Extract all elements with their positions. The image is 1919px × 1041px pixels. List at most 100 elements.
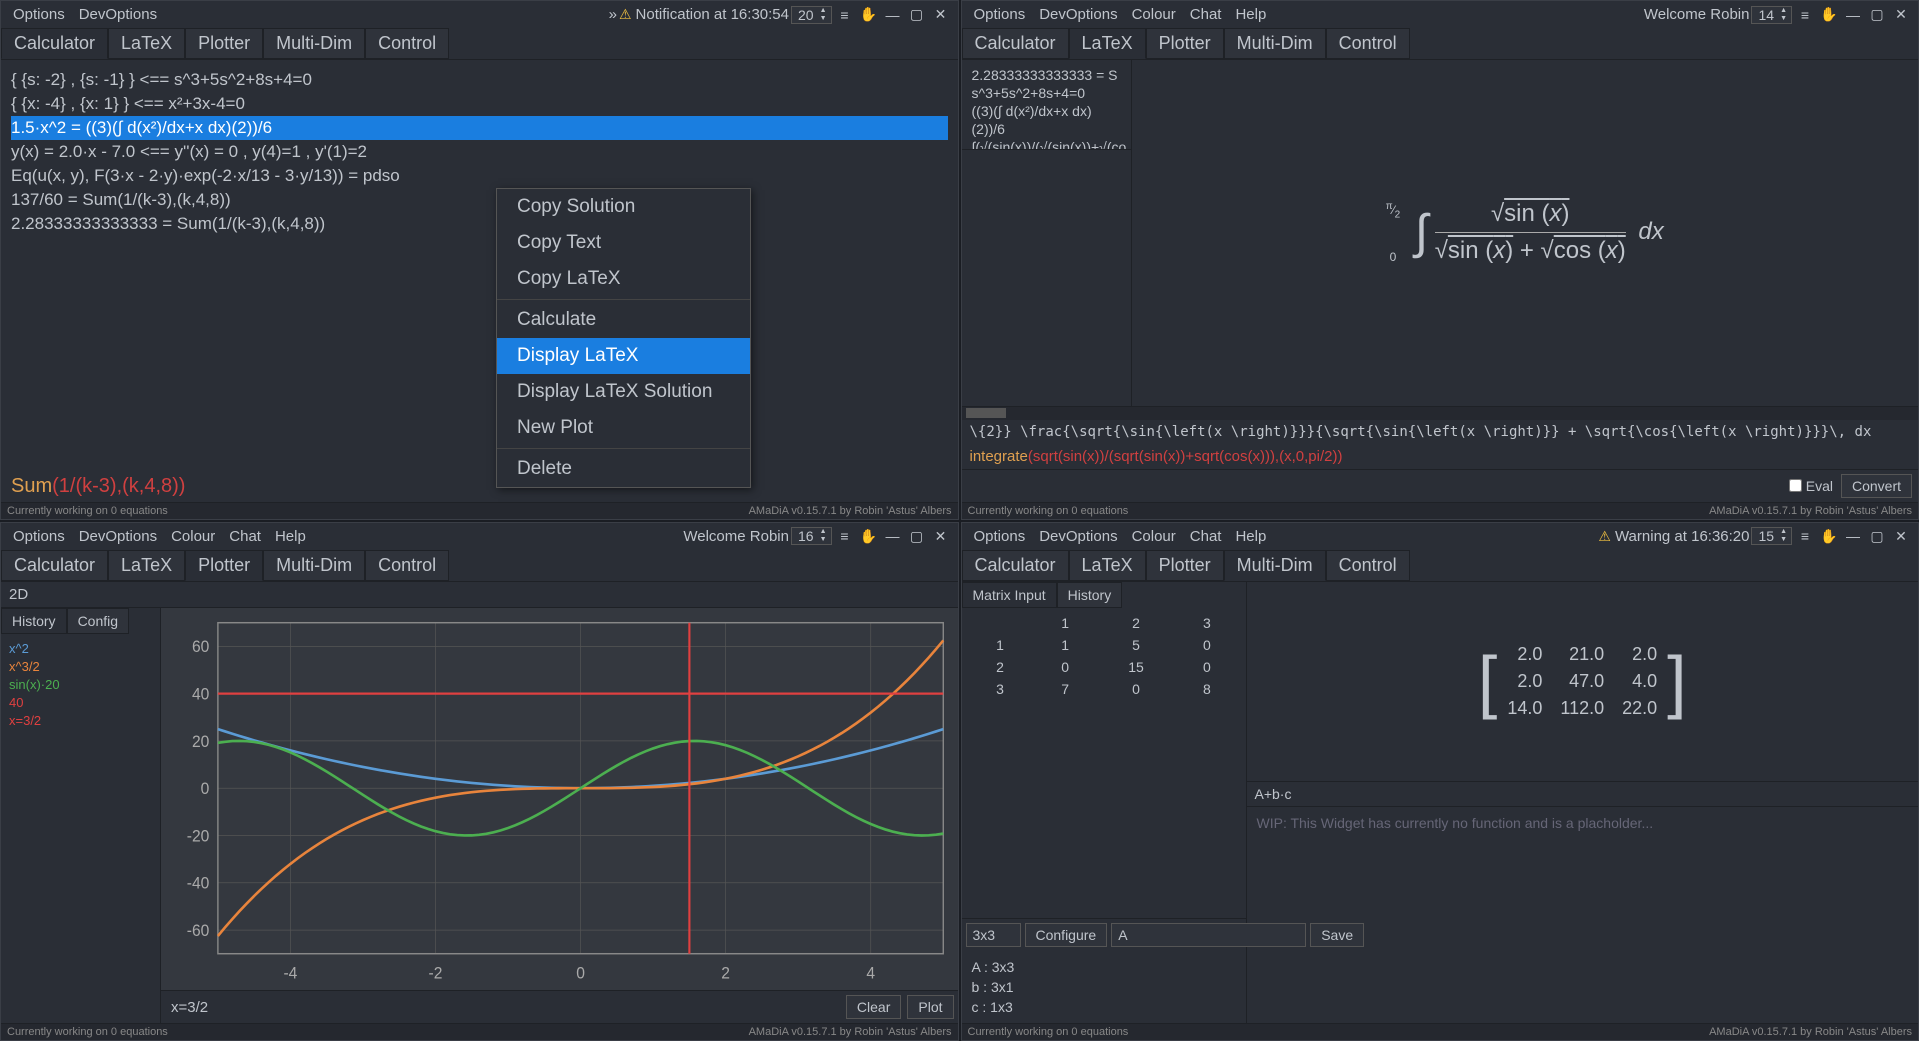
close-icon[interactable]: ✕ [930,5,952,25]
menu-options[interactable]: Options [968,526,1032,547]
calculator-history[interactable]: { {s: -2} , {s: -1} } <== s^3+5s^2+8s+4=… [1,60,958,244]
tab-plotter[interactable]: Plotter [185,550,263,581]
matrix-cell[interactable]: 0 [1174,656,1239,678]
tab-calculator[interactable]: Calculator [1,28,108,59]
eval-checkbox[interactable]: Eval [1789,478,1833,494]
matrix-cell[interactable]: 0 [1033,656,1098,678]
tab-latex[interactable]: LaTeX [108,550,185,581]
ctx-display-latex[interactable]: Display LaTeX [497,338,750,374]
tab-multidim[interactable]: Multi-Dim [1224,28,1326,59]
menu-colour[interactable]: Colour [1126,4,1182,25]
menu-help[interactable]: Help [269,526,312,547]
matrix-cell[interactable]: 0 [1098,678,1175,700]
tab-control[interactable]: Control [1326,28,1410,59]
ctx-copy-latex[interactable]: Copy LaTeX [497,261,750,297]
hand-icon[interactable]: ✋ [1818,526,1840,546]
tab-control[interactable]: Control [1326,550,1410,581]
ctx-copy-solution[interactable]: Copy Solution [497,189,750,225]
maximize-icon[interactable]: ▢ [1866,526,1888,546]
tab-calculator[interactable]: Calculator [962,28,1069,59]
menu-devoptions[interactable]: DevOptions [73,4,163,25]
menu-options[interactable]: Options [7,4,71,25]
plot-button[interactable]: Plot [907,995,953,1019]
plot-canvas[interactable]: -4-2024-60-40-200204060 [161,608,958,991]
variable-list[interactable]: A : 3x3 b : 3x1 c : 1x3 [962,951,1246,1023]
history-item[interactable]: 2.28333333333333 = S [972,66,1121,84]
tab-latex[interactable]: LaTeX [1069,28,1146,59]
latex-input[interactable]: integrate(sqrt(sin(x))/(sqrt(sin(x))+sqr… [962,444,1919,469]
latex-raw-output[interactable]: \{2}} \frac{\sqrt{\sin{\left(x \right)}}… [962,420,1919,444]
calc-line[interactable]: { {x: -4} , {x: 1} } <== x²+3x-4=0 [11,92,948,116]
subtab-matrix-input[interactable]: Matrix Input [962,582,1057,608]
menu-icon[interactable]: ≡ [1794,5,1816,25]
close-icon[interactable]: ✕ [1890,5,1912,25]
tab-calculator[interactable]: Calculator [1,550,108,581]
matrix-cell[interactable]: 8 [1174,678,1239,700]
menu-chat[interactable]: Chat [1184,526,1228,547]
tab-control[interactable]: Control [365,550,449,581]
menu-devoptions[interactable]: DevOptions [73,526,163,547]
minimize-icon[interactable]: — [1842,5,1864,25]
tab-latex[interactable]: LaTeX [1069,550,1146,581]
maximize-icon[interactable]: ▢ [1866,5,1888,25]
var-item[interactable]: c : 1x3 [972,997,1236,1017]
ctx-copy-text[interactable]: Copy Text [497,225,750,261]
spinner[interactable]: 15▲▼ [1751,527,1792,545]
var-item[interactable]: A : 3x3 [972,957,1236,977]
tab-calculator[interactable]: Calculator [962,550,1069,581]
maximize-icon[interactable]: ▢ [906,526,928,546]
matrix-cell[interactable]: 5 [1098,634,1175,656]
menu-help[interactable]: Help [1229,526,1272,547]
history-item[interactable]: s^3+5s^2+8s+4=0 [972,84,1121,102]
hand-icon[interactable]: ✋ [858,5,880,25]
matrix-cell[interactable]: 7 [1033,678,1098,700]
tab-multidim[interactable]: Multi-Dim [263,550,365,581]
history-item[interactable]: 40 [9,694,152,712]
spinner[interactable]: 20▲▼ [791,6,832,24]
calc-line[interactable]: 137/60 = Sum(1/(k-3),(k,4,8)) [11,188,948,212]
matrix-cell[interactable]: 15 [1098,656,1175,678]
plot-input[interactable] [165,997,840,1018]
expression-input[interactable]: A+b·c [1247,781,1919,806]
tab-plotter[interactable]: Plotter [1146,550,1224,581]
subtab-history[interactable]: History [1057,582,1123,608]
calc-line-selected[interactable]: 1.5·x^2 = ((3)(∫ d(x²)/dx+x dx)(2))/6 [11,116,948,140]
menu-devoptions[interactable]: DevOptions [1033,526,1123,547]
calc-line[interactable]: y(x) = 2.0·x - 7.0 <== y''(x) = 0 , y(4)… [11,140,948,164]
menu-colour[interactable]: Colour [165,526,221,547]
subtab-config[interactable]: Config [67,608,129,634]
tab-latex[interactable]: LaTeX [108,28,185,59]
spinner[interactable]: 14▲▼ [1751,6,1792,24]
menu-chat[interactable]: Chat [223,526,267,547]
latex-history[interactable]: 2.28333333333333 = S s^3+5s^2+8s+4=0 ((3… [962,60,1131,150]
calculator-input[interactable]: Sum(1/(k-3),(k,4,8)) [1,471,958,502]
convert-button[interactable]: Convert [1841,474,1912,498]
menu-devoptions[interactable]: DevOptions [1033,4,1123,25]
menu-icon[interactable]: ≡ [834,5,856,25]
matrix-cell[interactable]: 1 [1033,634,1098,656]
calc-line[interactable]: { {s: -2} , {s: -1} } <== s^3+5s^2+8s+4=… [11,68,948,92]
history-item[interactable]: x^2 [9,640,152,658]
history-item[interactable]: x=3/2 [9,712,152,730]
history-item[interactable]: ((3)(∫ d(x²)/dx+x dx)(2))/6 [972,102,1121,138]
ctx-delete[interactable]: Delete [497,451,750,487]
spinner[interactable]: 16▲▼ [791,527,832,545]
menu-colour[interactable]: Colour [1126,526,1182,547]
subtab-history[interactable]: History [1,608,67,634]
configure-button[interactable]: Configure [1025,923,1108,947]
scrollbar-horizontal[interactable] [962,406,1919,420]
menu-icon[interactable]: ≡ [1794,526,1816,546]
menu-chat[interactable]: Chat [1184,4,1228,25]
tab-multidim[interactable]: Multi-Dim [1224,550,1326,581]
tab-control[interactable]: Control [365,28,449,59]
minimize-icon[interactable]: — [882,526,904,546]
minimize-icon[interactable]: — [1842,526,1864,546]
ctx-display-latex-solution[interactable]: Display LaTeX Solution [497,374,750,410]
history-item[interactable]: x^3/2 [9,658,152,676]
menu-icon[interactable]: ≡ [834,526,856,546]
minimize-icon[interactable]: — [882,5,904,25]
var-item[interactable]: b : 3x1 [972,977,1236,997]
menu-help[interactable]: Help [1229,4,1272,25]
tab-plotter[interactable]: Plotter [1146,28,1224,59]
matrix-cell[interactable]: 0 [1174,634,1239,656]
